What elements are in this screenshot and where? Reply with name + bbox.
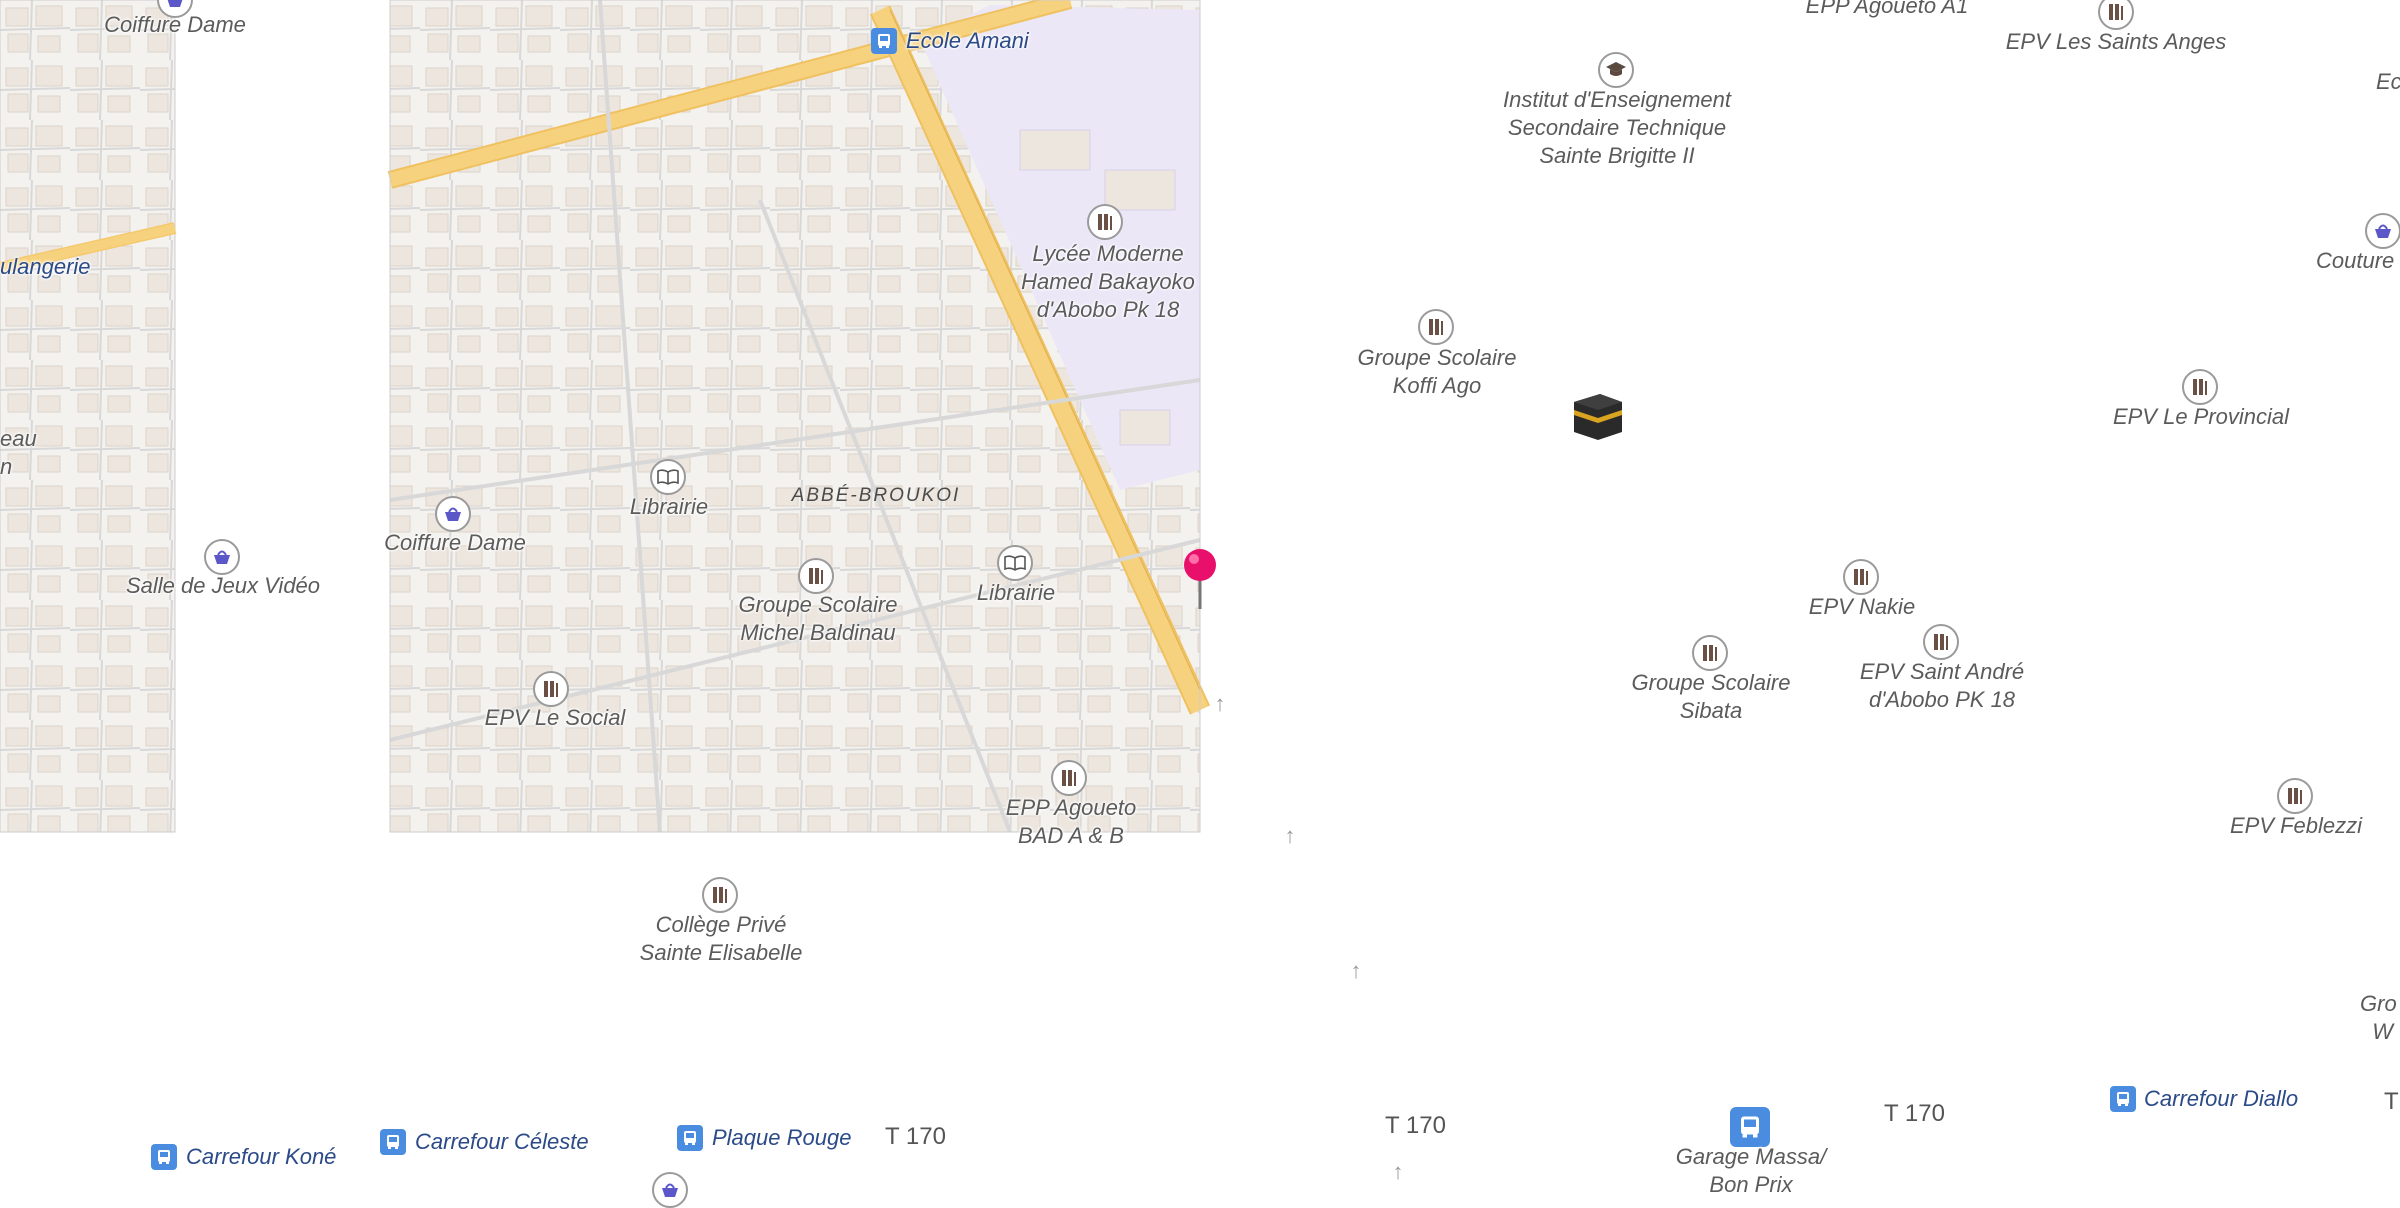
poi-label-institute: Institut d'Enseignement Secondaire Techni…	[1502, 87, 1732, 168]
school-icon[interactable]	[1923, 624, 1959, 660]
location-pin-icon[interactable]	[1182, 547, 1218, 611]
mosque-icon[interactable]	[1570, 388, 1626, 444]
bus-station-icon[interactable]	[1730, 1107, 1770, 1147]
poi-label-nakie: EPV Nakie	[1808, 594, 1916, 619]
bus-stop-icon[interactable]	[380, 1129, 406, 1155]
school-icon[interactable]	[798, 558, 834, 594]
road-ref-t170: T 170	[885, 1123, 946, 1150]
school-icon[interactable]	[533, 671, 569, 707]
poi-label-social: EPV Le Social	[484, 705, 626, 730]
poi-label-elisabelle: Collège Privé Sainte Elisabelle	[639, 912, 803, 965]
poi-label-provincial: EPV Le Provincial	[2112, 404, 2290, 429]
oneway-arrow-icon: ↑	[1214, 691, 1226, 716]
school-icon[interactable]	[1692, 635, 1728, 671]
poi-label-saints-anges: EPV Les Saints Anges	[2005, 29, 2227, 54]
neighborhood-label: ABBÉ-BROUKOI	[791, 485, 961, 506]
bus-label-massa: Garage Massa/Bon Prix	[1675, 1144, 1827, 1197]
oneway-arrow-icon: ↑	[1392, 1159, 1404, 1184]
poi-label-saint-andre: EPV Saint André d'Abobo PK 18	[1859, 659, 2025, 712]
road-ref-edge: T	[2384, 1088, 2399, 1115]
school-icon[interactable]	[2277, 778, 2313, 814]
poi-label-feblezzi: EPV Feblezzi	[2229, 813, 2363, 838]
cut-label-boulangerie: ulangerie	[0, 254, 91, 279]
poi-label-agoueto-bad: EPP Agoueto BAD A & B	[1005, 795, 1137, 848]
school-icon[interactable]	[1418, 309, 1454, 345]
poi-label-koffi: Groupe Scolaire Koffi Ago	[1357, 345, 1517, 398]
shopping-basket-icon[interactable]	[652, 1172, 688, 1208]
poi-label-jeux: Salle de Jeux Vidéo	[125, 573, 321, 598]
poi-label-baldinau: Groupe Scolaire Michel Baldinau	[738, 592, 898, 645]
map-view[interactable]: ABBÉ-BROUKOI Lycée Moderne Hamed Bakayoko…	[0, 0, 2400, 1208]
shopping-basket-icon[interactable]	[435, 496, 471, 532]
bus-stop-icon[interactable]	[677, 1125, 703, 1151]
road-ref-t170: T 170	[1385, 1112, 1446, 1139]
bus-stop-icon[interactable]	[2110, 1086, 2136, 1112]
cut-label-eau: eau n	[0, 426, 37, 479]
bus-label-amani: Ecole Amani	[906, 28, 1029, 53]
school-icon[interactable]	[1843, 559, 1879, 595]
school-icon[interactable]	[702, 877, 738, 913]
graduation-cap-icon[interactable]	[1598, 52, 1634, 88]
tile-left	[0, 0, 175, 832]
poi-label-agoueto-a1: EPP Agoueto A1	[1805, 0, 1969, 18]
poi-label-coiffure-top: Coiffure Dame	[104, 12, 246, 37]
oneway-arrow-icon: ↑	[1350, 958, 1362, 983]
school-icon[interactable]	[1087, 204, 1123, 240]
school-icon[interactable]	[1051, 760, 1087, 796]
book-icon[interactable]	[650, 459, 686, 495]
shopping-basket-icon[interactable]	[204, 539, 240, 575]
cut-label-ec: Ec	[2376, 69, 2400, 94]
shopping-basket-icon[interactable]	[2365, 213, 2400, 249]
bus-label-plaque: Plaque Rouge	[712, 1125, 852, 1150]
poi-label-lib2: Librairie	[976, 580, 1056, 605]
bus-label-kone: Carrefour Koné	[186, 1144, 337, 1169]
poi-label-sibata: Groupe Scolaire Sibata	[1631, 670, 1791, 723]
road-ref-t170: T 170	[1884, 1100, 1945, 1127]
poi-label-lib1: Librairie	[629, 494, 709, 519]
book-icon[interactable]	[997, 545, 1033, 581]
bus-stop-icon[interactable]	[871, 28, 897, 54]
oneway-arrow-icon: ↑	[1284, 823, 1296, 848]
poi-label-couture: Couture	[2316, 248, 2395, 273]
bus-label-diallo: Carrefour Diallo	[2144, 1086, 2299, 1111]
cut-label-gro: Gro W	[2360, 991, 2397, 1044]
school-icon[interactable]	[2182, 369, 2218, 405]
bus-stop-icon[interactable]	[151, 1144, 177, 1170]
poi-label-coiffure-mid: Coiffure Dame	[384, 530, 526, 555]
poi-label-lycee: Lycée Moderne Hamed Bakayoko d'Abobo Pk 18	[1021, 241, 1195, 322]
bus-label-celeste: Carrefour Céleste	[415, 1129, 589, 1154]
